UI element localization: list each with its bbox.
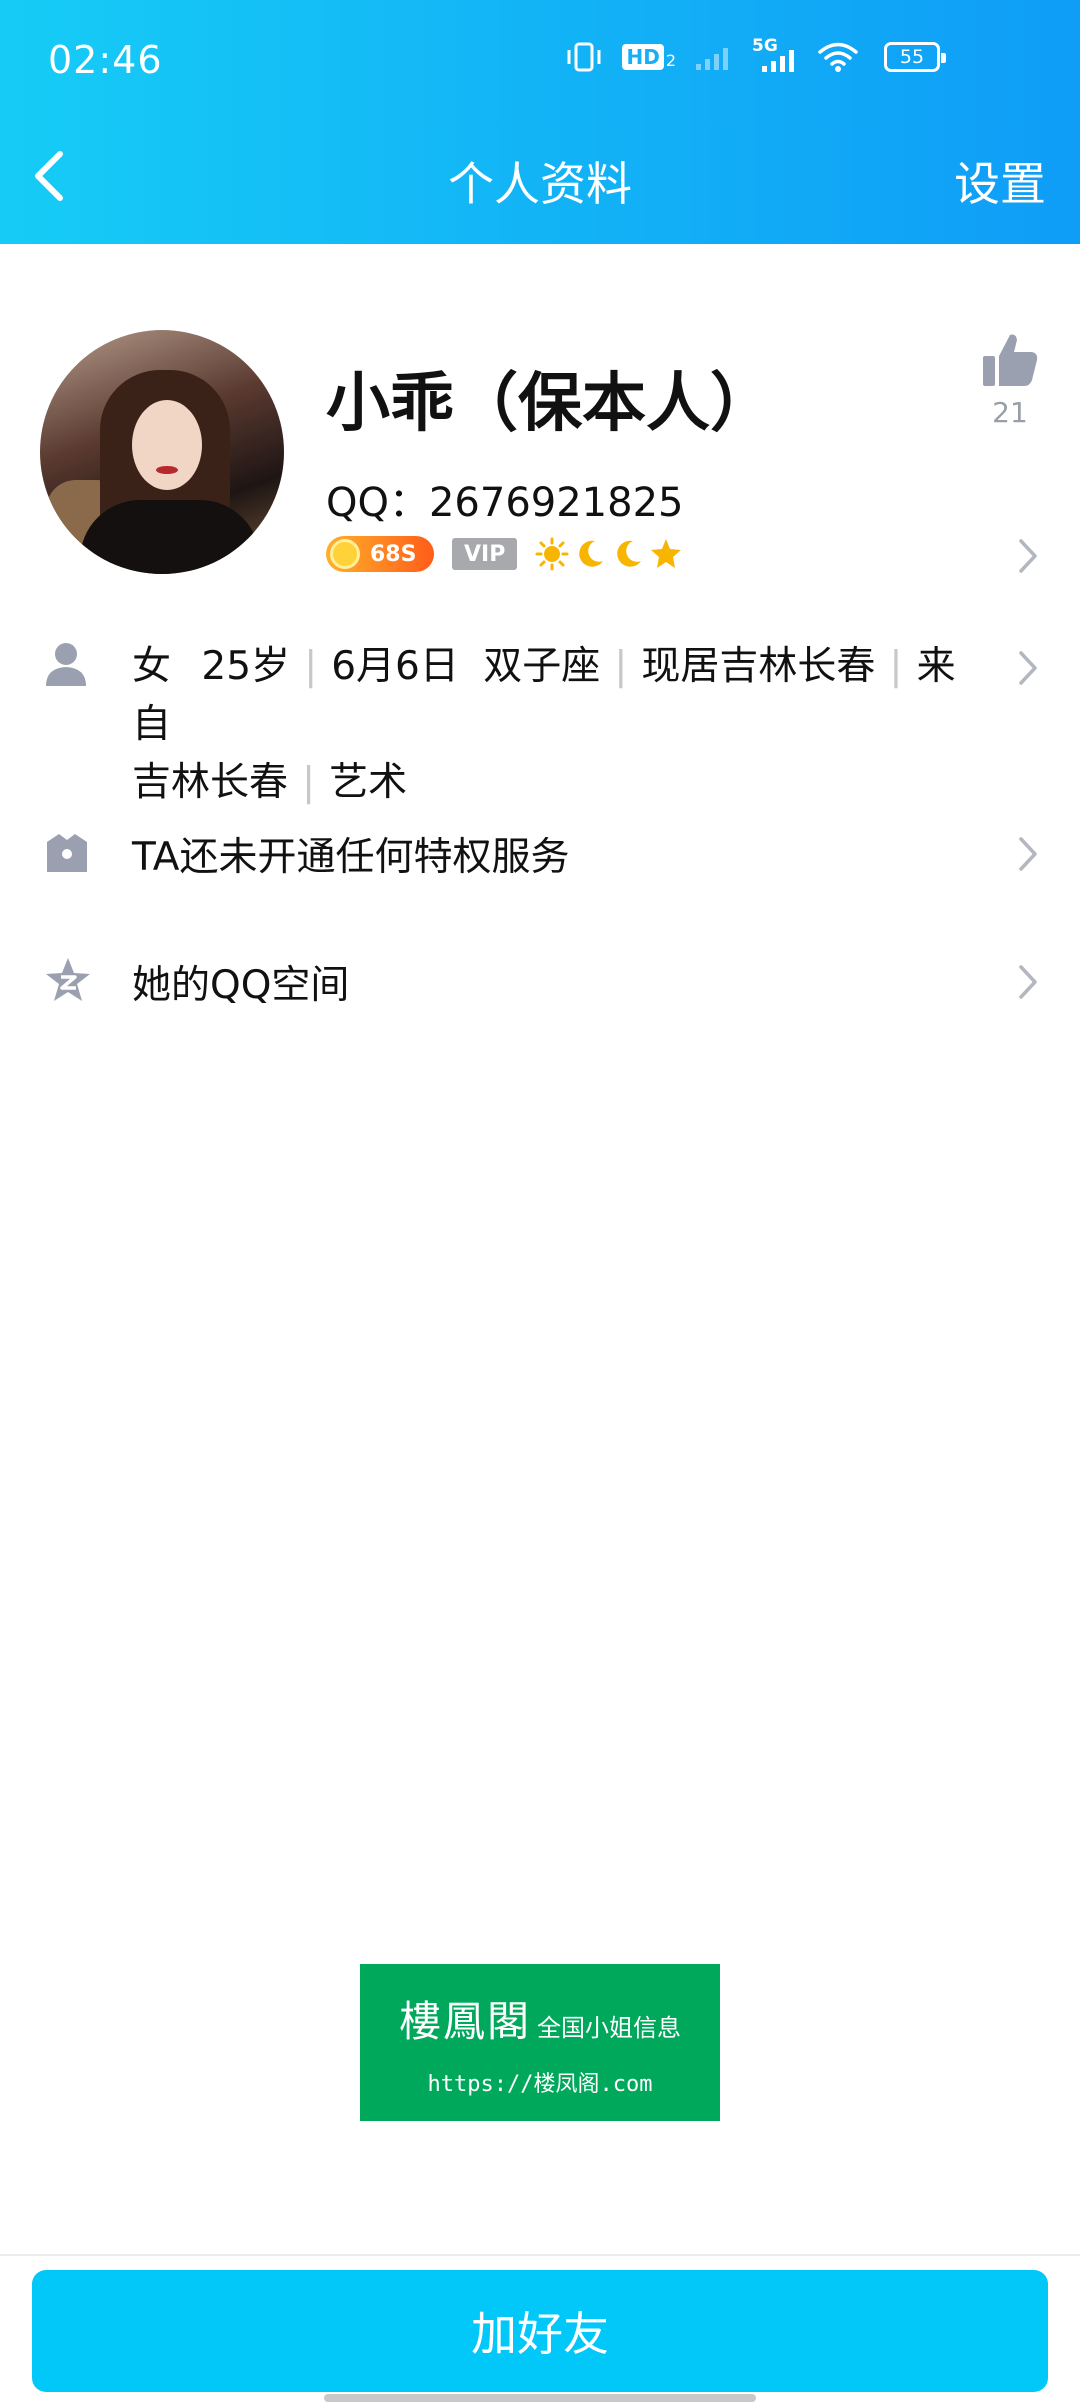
- qzone-star-icon: [46, 958, 90, 1001]
- qq-value: 2676921825: [428, 480, 684, 526]
- coin-icon: [330, 539, 360, 569]
- chevron-right-icon[interactable]: [1016, 962, 1040, 1002]
- watermark: 樓鳳閣 全国小姐信息 https://楼凤阁.com: [360, 1964, 720, 2121]
- moon-icon: [579, 540, 604, 567]
- add-friend-button[interactable]: 加好友: [32, 2270, 1048, 2392]
- current-location: 现居吉林长春: [641, 644, 876, 689]
- wifi-icon: [818, 42, 858, 72]
- chevron-right-icon[interactable]: [1016, 834, 1040, 874]
- hometown: 吉林长春: [132, 760, 289, 805]
- like-count: 21: [992, 396, 1028, 429]
- status-icons: HD 2 5G 55: [564, 36, 946, 74]
- badges-row[interactable]: 68S VIP: [326, 536, 683, 572]
- qq-number: QQ：2676921825: [326, 470, 683, 528]
- star-icon: [651, 539, 682, 568]
- gender: 女: [132, 644, 172, 689]
- chevron-right-icon[interactable]: [1016, 648, 1040, 688]
- birthday: 6月6日: [331, 644, 459, 689]
- home-indicator[interactable]: [324, 2394, 756, 2402]
- crown-icon: [47, 834, 87, 872]
- battery-icon: 55: [884, 42, 946, 72]
- zodiac: 双子座: [483, 644, 601, 689]
- qq-label: QQ：: [326, 480, 429, 526]
- watermark-url: https://楼凤阁.com: [427, 2072, 653, 2097]
- qzone-row[interactable]: 她的QQ空间: [132, 954, 349, 1010]
- person-icon: [46, 643, 86, 686]
- thumbs-up-icon[interactable]: [980, 330, 1040, 390]
- profile-details[interactable]: 女 25岁 | 6月6日 双子座 | 现居吉林长春 | 来自 吉林长春 | 艺术: [132, 638, 992, 812]
- chevron-right-icon[interactable]: [1016, 536, 1040, 576]
- level-icons[interactable]: [535, 537, 683, 571]
- hd-sub: 2: [665, 51, 676, 70]
- watermark-tagline: 全国小姐信息: [537, 2014, 681, 2042]
- signal-5g-icon: 5G: [752, 36, 800, 74]
- page-title: 个人资料: [448, 157, 632, 211]
- profile-name: 小乖（保本人）: [326, 367, 774, 441]
- moon-icon: [617, 540, 642, 567]
- header: 02:46 HD 2 5G 55 个人资料 设置: [0, 0, 1080, 244]
- hd-icon: HD 2: [622, 44, 676, 70]
- coin-badge-label: 68S: [370, 541, 417, 567]
- avatar[interactable]: [40, 330, 284, 574]
- privilege-row[interactable]: TA还未开通任何特权服务: [132, 826, 569, 882]
- sun-icon: [535, 537, 569, 571]
- vip-badge[interactable]: VIP: [452, 538, 518, 570]
- battery-level: 55: [899, 46, 925, 68]
- bottom-divider: [0, 2254, 1080, 2256]
- profile-page: 02:46 HD 2 5G 55 个人资料 设置 小乖（保本人） QQ：2676…: [0, 0, 1080, 2408]
- signal-weak-icon: [696, 48, 728, 70]
- hd-label: HD: [622, 44, 664, 70]
- settings-button[interactable]: 设置: [954, 148, 1046, 214]
- occupation: 艺术: [329, 760, 408, 805]
- age: 25岁: [201, 644, 291, 689]
- watermark-brand: 樓鳳閣: [398, 1997, 531, 2046]
- status-time: 02:46: [48, 38, 163, 82]
- vibrate-icon: [567, 42, 601, 72]
- coin-badge[interactable]: 68S: [326, 536, 434, 572]
